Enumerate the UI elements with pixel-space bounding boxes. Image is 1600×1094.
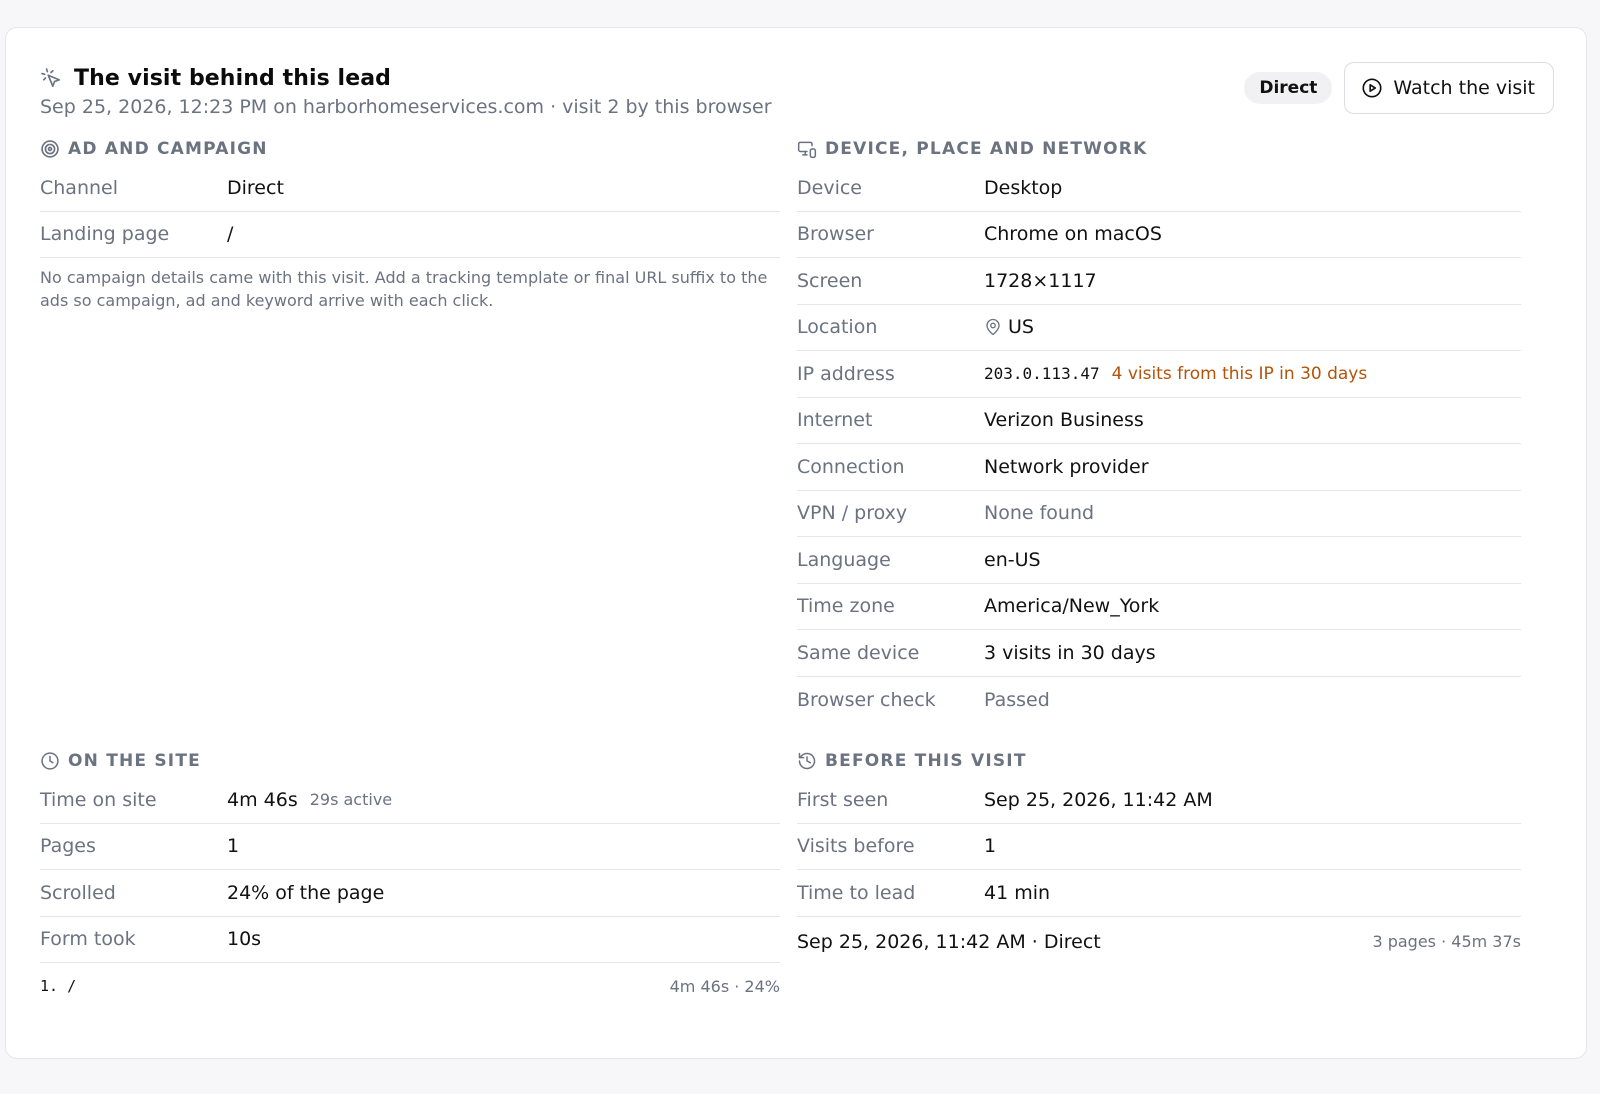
row-label: Browser check — [797, 688, 936, 711]
section-title: BEFORE THIS VISIT — [825, 751, 1027, 771]
cursor-click-icon — [40, 67, 62, 89]
clock-icon — [40, 751, 60, 771]
landing-page-row: Landing page / — [40, 212, 780, 258]
row-value: 41 min — [984, 881, 1051, 904]
row-label: IP address — [797, 362, 895, 385]
same-device-row: Same device 3 visits in 30 days — [797, 630, 1521, 677]
time-on-site-row: Time on site 4m 46s 29s active — [40, 777, 780, 824]
before-visit-section: BEFORE THIS VISIT First seen Sep 25, 202… — [797, 750, 1521, 967]
row-label: Browser — [797, 223, 874, 246]
page-meta: 4m 46s · 24% — [669, 976, 780, 996]
row-label: Device — [797, 176, 862, 199]
device-row: Device Desktop — [797, 165, 1521, 212]
row-value: Chrome on macOS — [984, 223, 1162, 246]
row-value: 24% of the page — [227, 881, 385, 904]
row-value: 1 — [227, 835, 240, 858]
first-seen-row: First seen Sep 25, 2026, 11:42 AM — [797, 777, 1521, 824]
scrolled-row: Scrolled 24% of the page — [40, 870, 780, 917]
row-label: Time on site — [40, 788, 157, 811]
device-section: DEVICE, PLACE AND NETWORK Device Desktop… — [797, 138, 1521, 723]
visit-header: The visit behind this lead Sep 25, 2026,… — [40, 62, 1554, 124]
on-site-section: ON THE SITE Time on site 4m 46s 29s acti… — [40, 750, 780, 1009]
section-title: AD AND CAMPAIGN — [68, 139, 268, 159]
watch-visit-button[interactable]: Watch the visit — [1344, 62, 1554, 114]
row-value: 1 — [984, 835, 997, 858]
row-label: Time to lead — [797, 881, 916, 904]
page-title: The visit behind this lead — [74, 65, 392, 91]
channel-badge: Direct — [1244, 72, 1333, 104]
pages-row: Pages 1 — [40, 824, 780, 870]
map-pin-icon — [984, 318, 1002, 336]
internet-row: Internet Verizon Business — [797, 398, 1521, 444]
language-row: Language en-US — [797, 537, 1521, 584]
section-title: DEVICE, PLACE AND NETWORK — [825, 139, 1148, 159]
row-label: Time zone — [797, 595, 895, 618]
row-label: Location — [797, 316, 878, 339]
time-on-site-value: 4m 46s — [227, 788, 298, 811]
row-value: Passed — [984, 688, 1050, 711]
vpn-proxy-row: VPN / proxy None found — [797, 491, 1521, 537]
row-value: Direct — [227, 176, 284, 199]
row-label: Pages — [40, 835, 96, 858]
row-value: en-US — [984, 548, 1041, 571]
browser-row: Browser Chrome on macOS — [797, 212, 1521, 258]
row-label: Same device — [797, 641, 920, 664]
ip-address-row: IP address 203.0.113.47 4 visits from th… — [797, 351, 1521, 398]
row-value: / — [227, 223, 234, 246]
prior-visit-summary: Sep 25, 2026, 11:42 AM · Direct — [797, 930, 1101, 953]
row-label: Screen — [797, 269, 863, 292]
time-to-lead-row: Time to lead 41 min — [797, 870, 1521, 917]
row-value: Network provider — [984, 455, 1149, 478]
target-icon — [40, 139, 60, 159]
row-value: US — [984, 316, 1034, 338]
location-value: US — [1008, 316, 1034, 339]
screen-row: Screen 1728×1117 — [797, 258, 1521, 305]
row-label: First seen — [797, 788, 889, 811]
row-label: Form took — [40, 928, 136, 951]
row-label: Internet — [797, 409, 873, 432]
connection-row: Connection Network provider — [797, 444, 1521, 491]
visits-before-row: Visits before 1 — [797, 824, 1521, 870]
time-zone-row: Time zone America/New_York — [797, 584, 1521, 630]
row-label: Channel — [40, 176, 119, 199]
row-value: 203.0.113.47 4 visits from this IP in 30… — [984, 364, 1367, 384]
row-label: Connection — [797, 455, 905, 478]
section-title: ON THE SITE — [68, 751, 201, 771]
row-value: 1728×1117 — [984, 269, 1097, 292]
row-label: Visits before — [797, 835, 915, 858]
prior-visit-meta: 3 pages · 45m 37s — [1372, 932, 1521, 951]
prior-visit-item[interactable]: Sep 25, 2026, 11:42 AM · Direct 3 pages … — [797, 917, 1521, 967]
row-label: Language — [797, 548, 891, 571]
row-value: Verizon Business — [984, 409, 1144, 432]
row-value: 10s — [227, 928, 262, 951]
ip-value: 203.0.113.47 — [984, 364, 1100, 384]
row-value: America/New_York — [984, 595, 1160, 618]
row-value: None found — [984, 502, 1095, 525]
row-value: Sep 25, 2026, 11:42 AM — [984, 788, 1213, 811]
row-label: VPN / proxy — [797, 502, 908, 525]
channel-row: Channel Direct — [40, 165, 780, 212]
history-icon — [797, 751, 817, 771]
devices-icon — [797, 139, 817, 159]
row-value: Desktop — [984, 176, 1063, 199]
page-list-item: 1. / 4m 46s · 24% — [40, 963, 780, 1009]
row-label: Landing page — [40, 223, 170, 246]
row-label: Scrolled — [40, 881, 116, 904]
ip-visits-note: 4 visits from this IP in 30 days — [1111, 363, 1368, 384]
row-value: 3 visits in 30 days — [984, 641, 1156, 664]
visit-card: The visit behind this lead Sep 25, 2026,… — [5, 27, 1587, 1059]
play-circle-icon — [1361, 77, 1383, 99]
row-value: 4m 46s 29s active — [227, 789, 392, 811]
browser-check-row: Browser check Passed — [797, 677, 1521, 724]
page-path: 1. / — [40, 977, 77, 995]
location-row: Location US — [797, 305, 1521, 351]
active-time-note: 29s active — [309, 790, 393, 810]
watch-visit-label: Watch the visit — [1393, 77, 1535, 99]
form-took-row: Form took 10s — [40, 917, 780, 963]
ad-campaign-section: AD AND CAMPAIGN Channel Direct Landing p… — [40, 138, 780, 312]
campaign-note: No campaign details came with this visit… — [40, 268, 768, 310]
